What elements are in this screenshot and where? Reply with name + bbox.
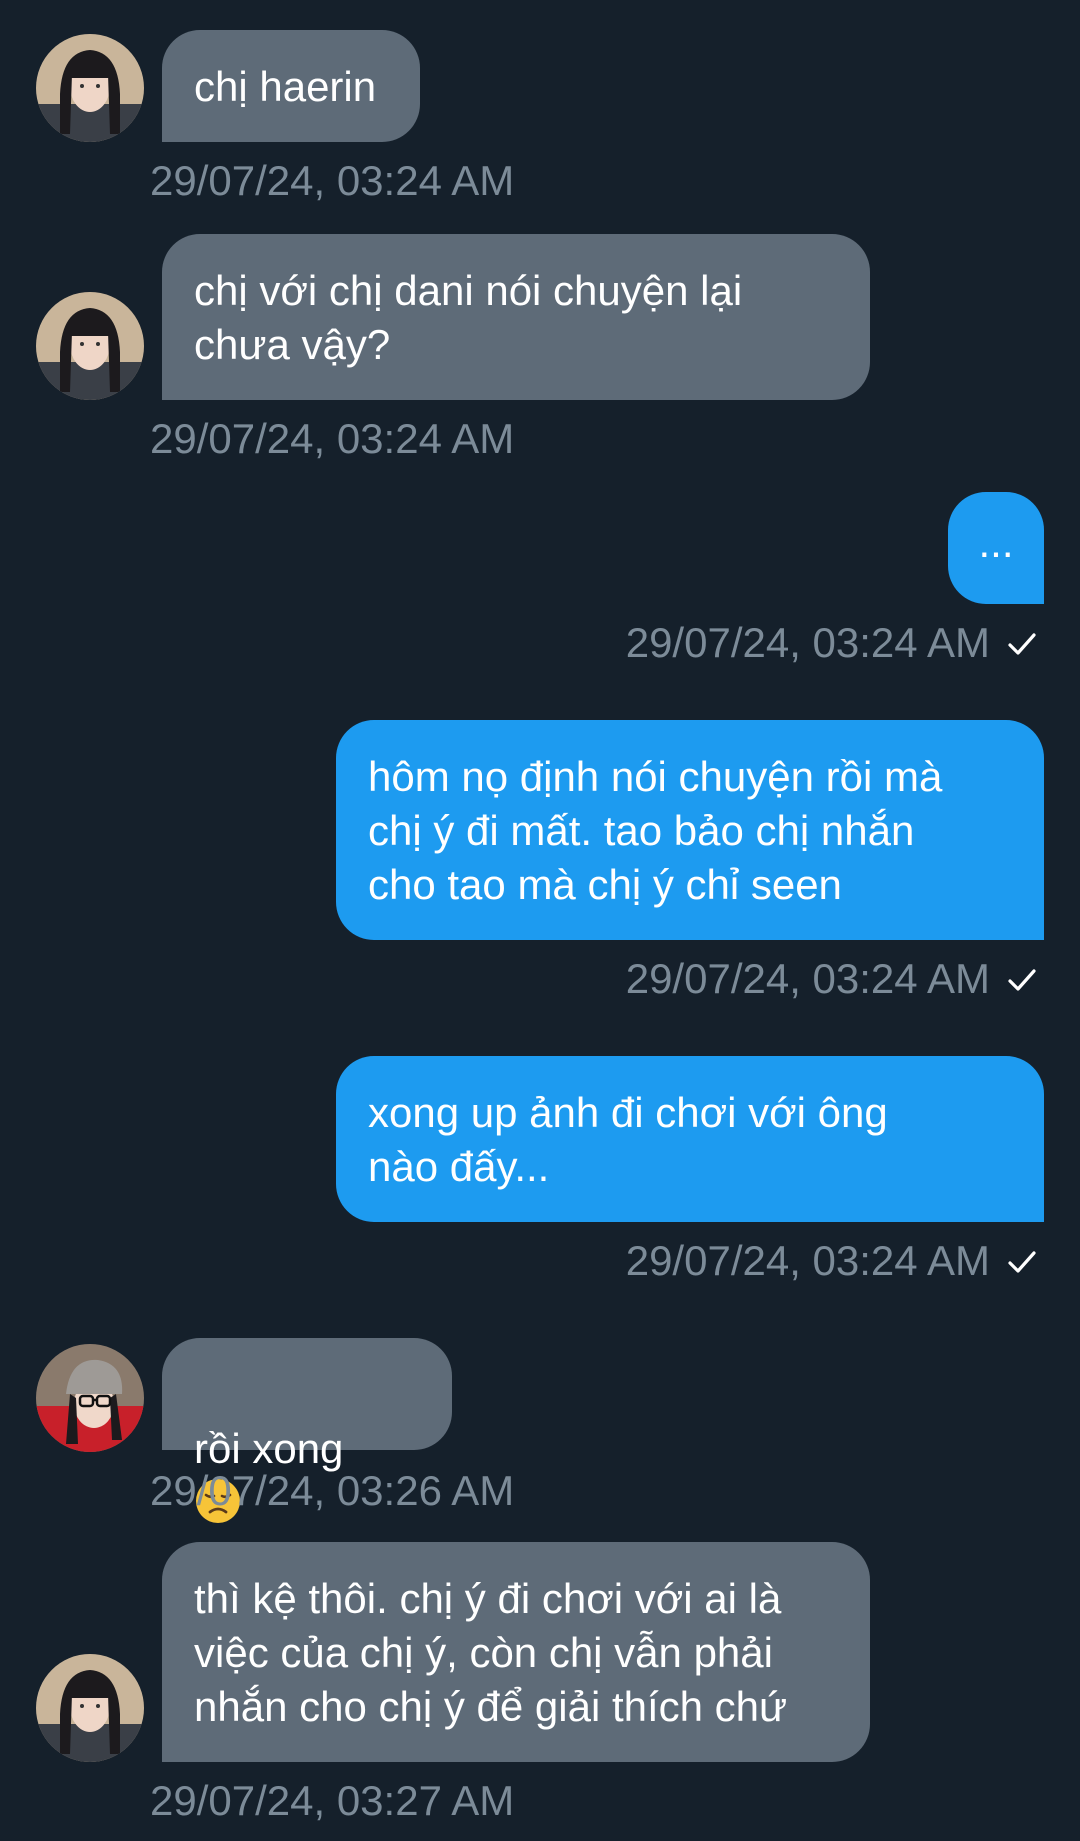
- checkmark-icon: [1008, 969, 1036, 991]
- message-bubble[interactable]: thì kệ thôi. chị ý đi chơi với ai là việ…: [162, 1542, 870, 1762]
- message-bubble[interactable]: rồi xong: [162, 1338, 452, 1523]
- message-timestamp: 29/07/24, 03:24 AM: [150, 157, 515, 204]
- checkmark-icon: [1008, 633, 1036, 655]
- message-bubble[interactable]: hôm nọ định nói chuyện rồi mà chị ý đi m…: [336, 720, 1044, 940]
- message-text: rồi xong: [194, 1425, 344, 1472]
- chat-thread[interactable]: chị haerin 29/07/24, 03:24 AM chị với ch…: [0, 0, 1080, 1841]
- avatar-girl-bangs-icon: [36, 34, 144, 142]
- message-timestamp: 29/07/24, 03:24 AM: [625, 1237, 990, 1284]
- message-bubble[interactable]: chị haerin: [162, 30, 420, 142]
- contact-avatar[interactable]: [36, 1654, 144, 1762]
- checkmark-icon: [1008, 1251, 1036, 1273]
- message-timestamp: 29/07/24, 03:24 AM: [150, 415, 515, 462]
- avatar-girl-beanie-icon: [36, 1344, 144, 1452]
- contact-avatar[interactable]: [36, 1344, 144, 1452]
- message-timestamp: 29/07/24, 03:26 AM: [150, 1467, 515, 1514]
- message-timestamp: 29/07/24, 03:24 AM: [625, 955, 990, 1002]
- contact-avatar[interactable]: [36, 292, 144, 400]
- avatar-girl-bangs-icon: [36, 292, 144, 400]
- message-timestamp: 29/07/24, 03:24 AM: [625, 619, 990, 666]
- message-timestamp: 29/07/24, 03:27 AM: [150, 1777, 515, 1824]
- avatar-girl-bangs-icon: [36, 1654, 144, 1762]
- message-bubble[interactable]: xong up ảnh đi chơi với ông nào đấy...: [336, 1056, 1044, 1222]
- contact-avatar[interactable]: [36, 34, 144, 142]
- message-bubble[interactable]: chị với chị dani nói chuyện lại chưa vậy…: [162, 234, 870, 400]
- message-bubble[interactable]: ...: [948, 492, 1044, 604]
